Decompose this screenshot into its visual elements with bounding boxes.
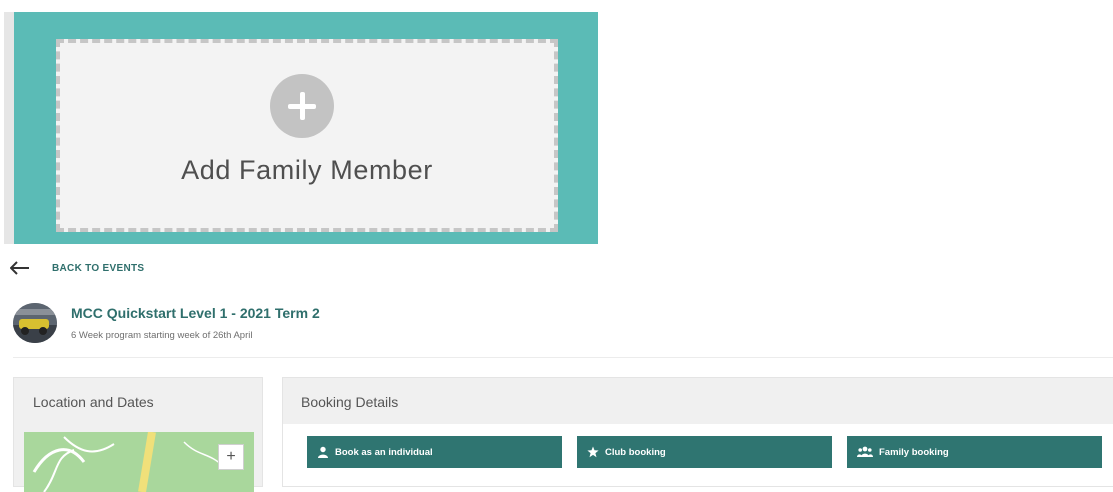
location-map[interactable]: + <box>24 432 254 492</box>
club-booking-label: Club booking <box>605 446 666 458</box>
back-to-events-label: BACK TO EVENTS <box>52 262 145 274</box>
add-family-panel: Add Family Member <box>4 12 598 244</box>
location-dates-panel: Location and Dates + <box>13 377 263 492</box>
event-photo-icon <box>13 303 57 343</box>
club-booking-button[interactable]: Club booking <box>577 436 832 468</box>
family-booking-button[interactable]: Family booking <box>847 436 1102 468</box>
person-icon <box>318 446 328 458</box>
book-individual-button[interactable]: Book as an individual <box>307 436 562 468</box>
booking-details-panel: Booking Details Book as an individual Cl… <box>282 377 1113 487</box>
plus-icon <box>270 74 334 138</box>
panel-edge <box>4 12 14 244</box>
arrow-left-icon <box>10 261 29 275</box>
location-dates-title: Location and Dates <box>33 394 154 410</box>
event-title: MCC Quickstart Level 1 - 2021 Term 2 <box>71 305 320 321</box>
map-zoom-in-button[interactable]: + <box>218 444 244 470</box>
add-family-member-label: Add Family Member <box>181 155 433 185</box>
book-individual-label: Book as an individual <box>335 446 433 458</box>
back-to-events-link[interactable]: BACK TO EVENTS <box>10 260 144 276</box>
booking-details-header: Booking Details <box>283 378 1113 424</box>
family-booking-label: Family booking <box>879 446 949 458</box>
group-icon <box>857 446 873 457</box>
star-icon <box>587 446 599 458</box>
booking-details-title: Booking Details <box>301 394 399 410</box>
event-subtitle: 6 Week program starting week of 26th Apr… <box>71 330 253 341</box>
header-divider <box>13 357 1113 358</box>
event-avatar <box>13 303 57 343</box>
add-family-member-card[interactable]: Add Family Member <box>56 39 558 232</box>
